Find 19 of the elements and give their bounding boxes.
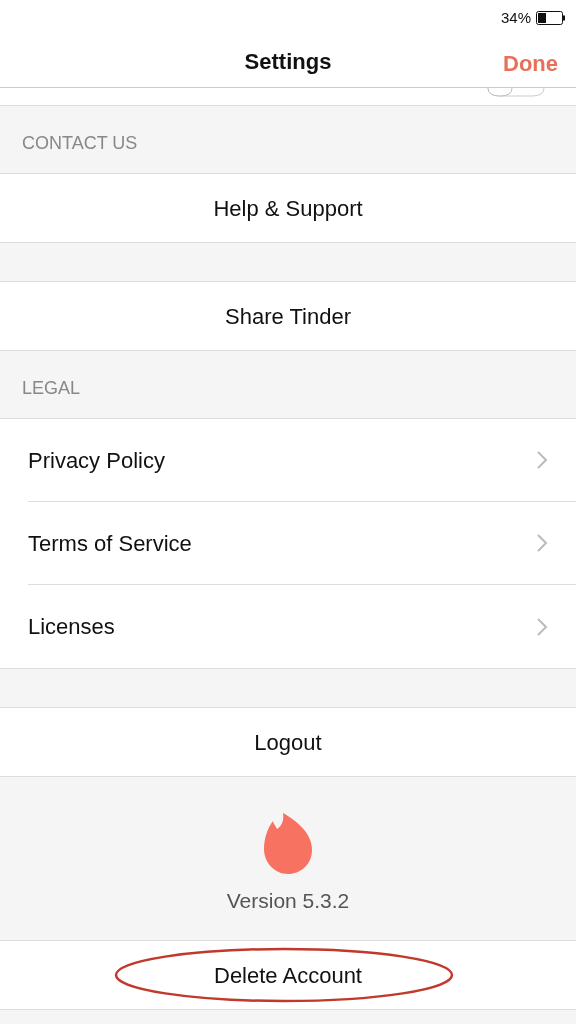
item-label: Privacy Policy	[28, 446, 165, 475]
version-text: Version 5.3.2	[226, 887, 350, 914]
chevron-icon	[536, 616, 548, 637]
menu-button[interactable]: Logout	[246, 721, 330, 763]
chevron-icon	[536, 450, 548, 470]
section-header: CONTACT US	[22, 132, 138, 155]
item-label: Licenses	[28, 613, 115, 641]
section-header: LEGAL	[22, 377, 81, 400]
item-label: Terms of Service	[28, 529, 192, 558]
flame-icon	[263, 810, 313, 875]
list-item[interactable]: Privacy Policy	[28, 419, 576, 502]
battery-percentage: 34%	[500, 7, 531, 28]
list-item[interactable]: Licenses	[28, 585, 576, 668]
menu-button[interactable]: Help & Support	[205, 187, 371, 229]
battery-icon	[536, 11, 566, 25]
list-item[interactable]: Terms of Service	[28, 502, 576, 585]
screen-title: Settings	[244, 48, 332, 76]
chevron-icon	[536, 533, 548, 553]
menu-button[interactable]: Share Tinder	[217, 295, 359, 337]
